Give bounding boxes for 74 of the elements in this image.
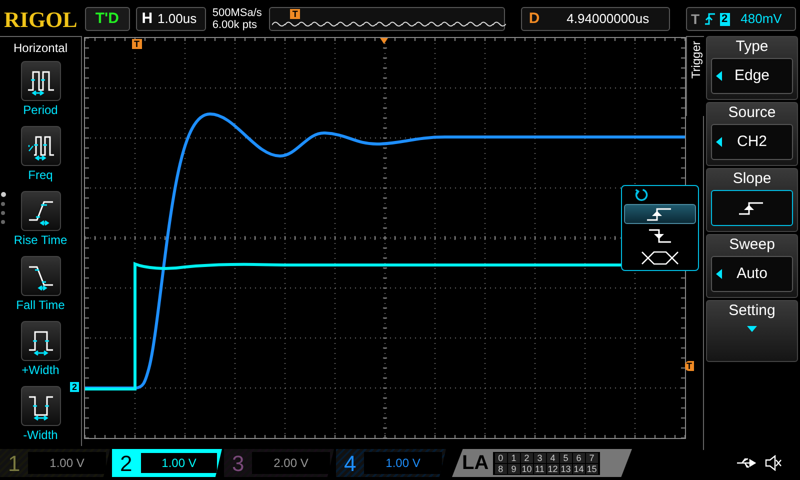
run-status: T'D <box>84 7 130 31</box>
digital-channel: 7 <box>586 452 598 462</box>
digital-channel: 8 <box>494 464 507 474</box>
measurement-label: Freq <box>28 167 53 184</box>
digital-channel: 10 <box>520 464 533 474</box>
muted-speaker-icon <box>764 455 782 471</box>
digital-channel: 2 <box>520 452 533 462</box>
digital-channel: 6 <box>572 452 585 462</box>
digital-channel: 13 <box>560 464 572 474</box>
digital-channel: 12 <box>546 464 559 474</box>
menu-button[interactable]: Setting <box>706 300 798 362</box>
menu-value: CH2 <box>711 124 793 160</box>
trigger-level: 480mV <box>740 10 782 28</box>
brand-logo: RIGOL <box>4 6 78 34</box>
usb-icon <box>736 457 756 469</box>
center-marker-icon <box>380 38 388 44</box>
measurement-button[interactable] <box>20 256 60 296</box>
menu-button[interactable]: Slope <box>706 168 798 232</box>
channel-tab[interactable]: 2 1.00 V <box>112 449 222 477</box>
digital-channel: 0 <box>494 452 507 462</box>
measurement-button[interactable] <box>20 386 60 426</box>
panel-title: Horizontal <box>13 40 68 57</box>
menu-value: Auto <box>711 256 793 292</box>
slope-option[interactable] <box>624 204 696 224</box>
measurement-button[interactable] <box>20 61 60 101</box>
timebase-value: 1.00us <box>158 10 197 28</box>
digital-channel: 1 <box>508 452 520 462</box>
left-arrow-icon <box>716 137 722 147</box>
sample-rate: 500MSa/s <box>212 7 263 19</box>
waveform-preview-icon <box>272 20 506 28</box>
trigger-level-marker: T <box>684 361 694 371</box>
measurement-label: +Width <box>22 362 60 379</box>
channel-scale: 1.00 V <box>28 452 106 474</box>
menu-button[interactable]: Type Edge <box>706 36 798 100</box>
menu-tab[interactable]: Trigger <box>686 36 704 116</box>
measurement-label: -Width <box>23 427 58 444</box>
measurement-button[interactable] <box>20 191 60 231</box>
delay-value: 4.94000000us <box>566 10 650 28</box>
digital-channel: 9 <box>508 464 520 474</box>
menu-button[interactable]: Sweep Auto <box>706 234 798 298</box>
rising-edge-icon <box>704 12 714 26</box>
trigger-position-marker: T <box>132 39 142 49</box>
digital-channel: 3 <box>534 452 546 462</box>
measurement-button[interactable] <box>20 321 60 361</box>
digital-channel: 14 <box>572 464 585 474</box>
measurement-label: Rise Time <box>14 232 68 249</box>
either-edge-icon <box>640 250 680 266</box>
measurement-label: Fall Time <box>16 297 65 314</box>
timebase-label: H <box>140 8 154 29</box>
channel-marker: 2 <box>70 382 80 392</box>
trigger-position-marker: T <box>290 9 300 19</box>
left-arrow-icon <box>716 71 722 81</box>
rotate-icon <box>634 188 648 202</box>
digital-channel: 15 <box>586 464 598 474</box>
down-arrow-icon <box>747 326 757 332</box>
channel-tab[interactable]: 1 1.00 V <box>0 449 110 477</box>
measurement-label: Period <box>23 102 58 119</box>
delay-label: D <box>528 8 541 29</box>
channel-scale: 1.00 V <box>140 452 218 474</box>
digital-channel: 5 <box>560 452 572 462</box>
channel-scale: 2.00 V <box>252 452 330 474</box>
logic-analyzer-tab[interactable]: LA 0 1 2 3 4 5 6 7 8 9 10 11 12 13 14 15 <box>452 449 632 477</box>
digital-channel: 11 <box>534 464 546 474</box>
channel-tab[interactable]: 4 1.00 V <box>336 449 446 477</box>
channel-tab[interactable]: 3 2.00 V <box>224 449 334 477</box>
trigger-source: 2 <box>720 12 730 26</box>
menu-button[interactable]: Source CH2 <box>706 102 798 166</box>
measurement-button[interactable] <box>20 126 60 166</box>
left-arrow-icon <box>716 269 722 279</box>
trigger-label: T <box>690 10 700 28</box>
memory-depth: 6.00k pts <box>212 19 258 31</box>
menu-value: Edge <box>711 58 793 94</box>
digital-channel: 4 <box>546 452 559 462</box>
channel-scale: 1.00 V <box>364 452 442 474</box>
